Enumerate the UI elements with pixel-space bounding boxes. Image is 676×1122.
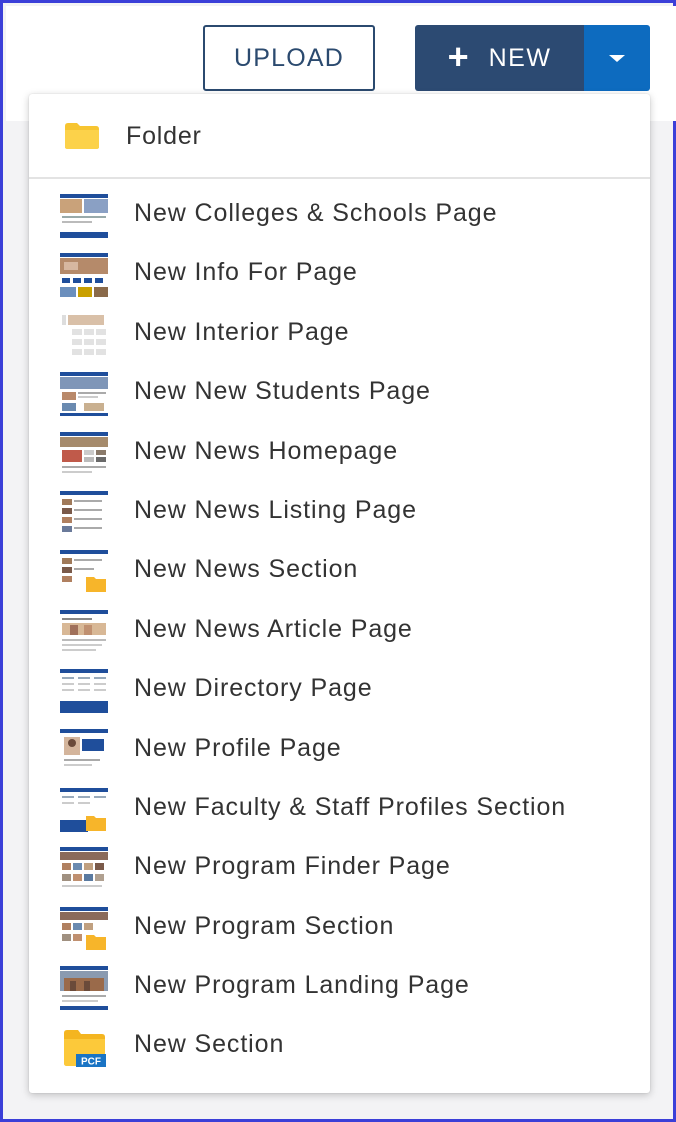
pcf-folder-icon: PCF <box>64 1030 106 1068</box>
page-template-thumbnail-icon <box>60 669 108 714</box>
menu-item-news-listing-page[interactable]: New News Listing Page <box>29 486 650 545</box>
menu-item-label: New Interior Page <box>134 317 350 346</box>
menu-item-label: New News Article Page <box>134 614 413 643</box>
menu-item-program-section[interactable]: New Program Section <box>29 902 650 961</box>
menu-item-interior-page[interactable]: New Interior Page <box>29 308 650 367</box>
menu-item-label: New Profile Page <box>134 733 342 762</box>
menu-item-news-article-page[interactable]: New News Article Page <box>29 605 650 664</box>
menu-item-label: New Directory Page <box>134 674 373 703</box>
menu-item-label: New Program Landing Page <box>134 971 470 1000</box>
page-template-thumbnail-icon <box>60 490 108 535</box>
page-template-thumbnail-icon <box>60 609 108 654</box>
page-template-thumbnail-icon <box>60 312 108 357</box>
section-template-thumbnail-icon <box>60 787 108 832</box>
page-template-thumbnail-icon <box>60 966 108 1011</box>
page-template-thumbnail-icon <box>60 431 108 476</box>
menu-item-folder-label: Folder <box>126 122 202 150</box>
upload-button[interactable]: UPLOAD <box>203 25 375 91</box>
menu-item-label: New News Homepage <box>134 436 399 465</box>
menu-item-directory-page[interactable]: New Directory Page <box>29 664 650 723</box>
upload-button-label: UPLOAD <box>233 43 344 72</box>
section-template-thumbnail-icon <box>60 906 108 951</box>
page-template-thumbnail-icon <box>60 253 108 298</box>
menu-item-label: New Section <box>134 1030 285 1059</box>
menu-divider <box>29 177 650 179</box>
menu-item-label: New Faculty & Staff Profiles Section <box>134 792 567 821</box>
menu-item-label: New Program Finder Page <box>134 852 451 881</box>
menu-item-label: New Info For Page <box>134 258 358 287</box>
menu-item-program-landing-page[interactable]: New Program Landing Page <box>29 961 650 1020</box>
menu-item-colleges-schools-page[interactable]: New Colleges & Schools Page <box>29 189 650 248</box>
menu-item-faculty-staff-profiles-section[interactable]: New Faculty & Staff Profiles Section <box>29 783 650 842</box>
menu-item-new-students-page[interactable]: New New Students Page <box>29 367 650 426</box>
page-template-thumbnail-icon <box>60 847 108 892</box>
template-list: New Colleges & Schools Page New Info For… <box>29 189 650 1080</box>
new-dropdown-menu: Folder New Colleges & Schools Page New I… <box>29 94 650 1093</box>
menu-item-label: New Program Section <box>134 911 395 940</box>
plus-icon: + <box>447 35 469 77</box>
new-button-label: NEW <box>488 43 552 72</box>
menu-item-info-for-page[interactable]: New Info For Page <box>29 248 650 307</box>
page-template-thumbnail-icon <box>60 194 108 238</box>
page-template-thumbnail-icon <box>60 372 108 417</box>
folder-icon <box>65 123 99 149</box>
section-template-thumbnail-icon <box>60 550 108 595</box>
menu-item-news-section[interactable]: New News Section <box>29 545 650 604</box>
menu-item-folder[interactable]: Folder <box>29 94 650 178</box>
pcf-badge: PCF <box>81 1057 101 1068</box>
new-button[interactable]: + NEW <box>415 25 584 91</box>
menu-item-program-finder-page[interactable]: New Program Finder Page <box>29 842 650 901</box>
menu-item-news-homepage[interactable]: New News Homepage <box>29 427 650 486</box>
page-template-thumbnail-icon <box>60 728 108 773</box>
menu-item-section[interactable]: PCF New Section <box>29 1020 650 1079</box>
menu-item-label: New New Students Page <box>134 377 431 406</box>
menu-item-label: New Colleges & Schools Page <box>134 199 498 227</box>
menu-item-profile-page[interactable]: New Profile Page <box>29 724 650 783</box>
menu-item-label: New News Listing Page <box>134 495 417 524</box>
caret-down-icon <box>609 54 625 62</box>
menu-item-label: New News Section <box>134 555 359 584</box>
new-dropdown-toggle[interactable] <box>584 25 650 91</box>
